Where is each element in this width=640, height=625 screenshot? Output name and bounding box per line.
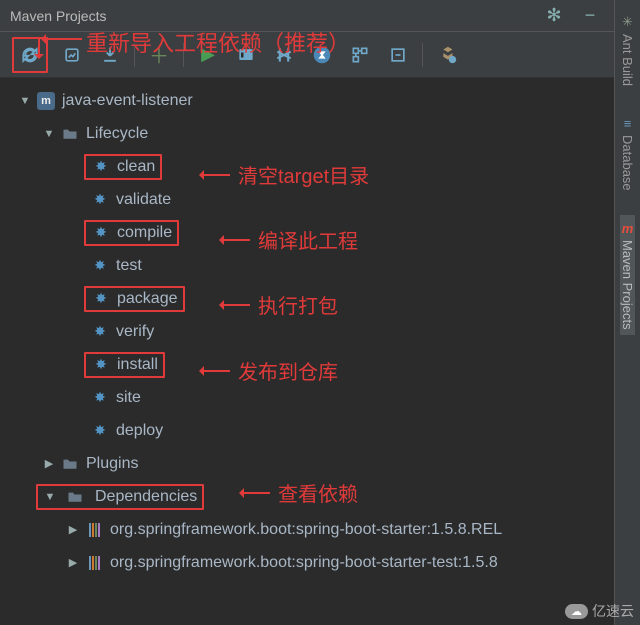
watermark: ☁ 亿速云 [565, 601, 634, 621]
annotation-reimport: 重新导入工程依赖（推荐） [86, 26, 350, 58]
annotation-clean: 清空target目录 [200, 160, 369, 189]
folder-icon [60, 454, 80, 474]
dependency-label: org.springframework.boot:spring-boot-sta… [110, 521, 502, 539]
separator [422, 43, 423, 67]
tree-goal-site[interactable]: ✸ site [0, 381, 614, 414]
side-tab-maven[interactable]: m Maven Projects [620, 215, 635, 336]
right-sidebar: ✳ Ant Build ≡ Database m Maven Projects [614, 0, 640, 625]
side-tab-ant[interactable]: ✳ Ant Build [620, 8, 635, 92]
gear-icon: ✸ [90, 388, 110, 408]
tree-dependency-item[interactable]: org.springframework.boot:spring-boot-sta… [0, 546, 614, 579]
goal-label: compile [117, 224, 172, 242]
gear-icon: ✸ [91, 355, 111, 375]
project-name-label: java-event-listener [62, 92, 193, 110]
tree-lifecycle-node[interactable]: Lifecycle [0, 117, 614, 150]
ant-icon: ✳ [622, 14, 633, 30]
cloud-icon: ☁ [565, 604, 588, 619]
goal-label: package [117, 290, 178, 308]
gear-icon: ✸ [91, 157, 111, 177]
annotation-package: 执行打包 [220, 290, 338, 319]
library-icon [84, 553, 104, 573]
goal-label: deploy [116, 422, 163, 440]
dependency-label: org.springframework.boot:spring-boot-sta… [110, 554, 498, 572]
gear-icon: ✸ [90, 322, 110, 342]
gear-icon: ✸ [91, 223, 111, 243]
maven-module-icon: m [36, 91, 56, 111]
tree-plugins-node[interactable]: Plugins [0, 447, 614, 480]
plugins-label: Plugins [86, 455, 138, 473]
expand-arrow-icon[interactable] [18, 95, 32, 107]
folder-icon [65, 487, 85, 507]
panel-title: Maven Projects [10, 8, 106, 24]
settings-icon[interactable]: ✻ [540, 2, 568, 30]
collapse-all-button[interactable] [384, 41, 412, 69]
annotation-install: 发布到仓库 [200, 356, 338, 385]
expand-arrow-icon[interactable] [42, 128, 56, 140]
side-tab-database[interactable]: ≡ Database [620, 110, 635, 197]
minimize-icon[interactable]: − [576, 2, 604, 30]
goal-label: install [117, 356, 158, 374]
lifecycle-label: Lifecycle [86, 125, 148, 143]
goal-label: clean [117, 158, 155, 176]
annotation-dependencies: 查看依赖 [240, 478, 358, 507]
tree-goal-verify[interactable]: ✸ verify [0, 315, 614, 348]
tree-dependency-item[interactable]: org.springframework.boot:spring-boot-sta… [0, 513, 614, 546]
generate-sources-button[interactable] [58, 41, 86, 69]
goal-label: site [116, 389, 141, 407]
database-icon: ≡ [624, 116, 632, 131]
tree-goal-deploy[interactable]: ✸ deploy [0, 414, 614, 447]
maven-icon: m [622, 221, 634, 236]
goal-label: validate [116, 191, 171, 209]
library-icon [84, 520, 104, 540]
expand-arrow-icon[interactable] [43, 491, 57, 503]
tree-project-node[interactable]: m java-event-listener [0, 84, 614, 117]
goal-label: test [116, 257, 142, 275]
goal-label: verify [116, 323, 154, 341]
expand-arrow-icon[interactable] [42, 457, 56, 470]
gear-icon: ✸ [91, 289, 111, 309]
gear-icon: ✸ [90, 256, 110, 276]
gear-icon: ✸ [90, 190, 110, 210]
annotation-compile: 编译此工程 [220, 225, 358, 254]
folder-icon [60, 124, 80, 144]
maven-settings-button[interactable] [433, 41, 461, 69]
dependencies-label: Dependencies [95, 488, 197, 506]
show-dependencies-button[interactable] [346, 41, 374, 69]
expand-arrow-icon[interactable] [66, 556, 80, 569]
expand-arrow-icon[interactable] [66, 523, 80, 536]
gear-icon: ✸ [90, 421, 110, 441]
